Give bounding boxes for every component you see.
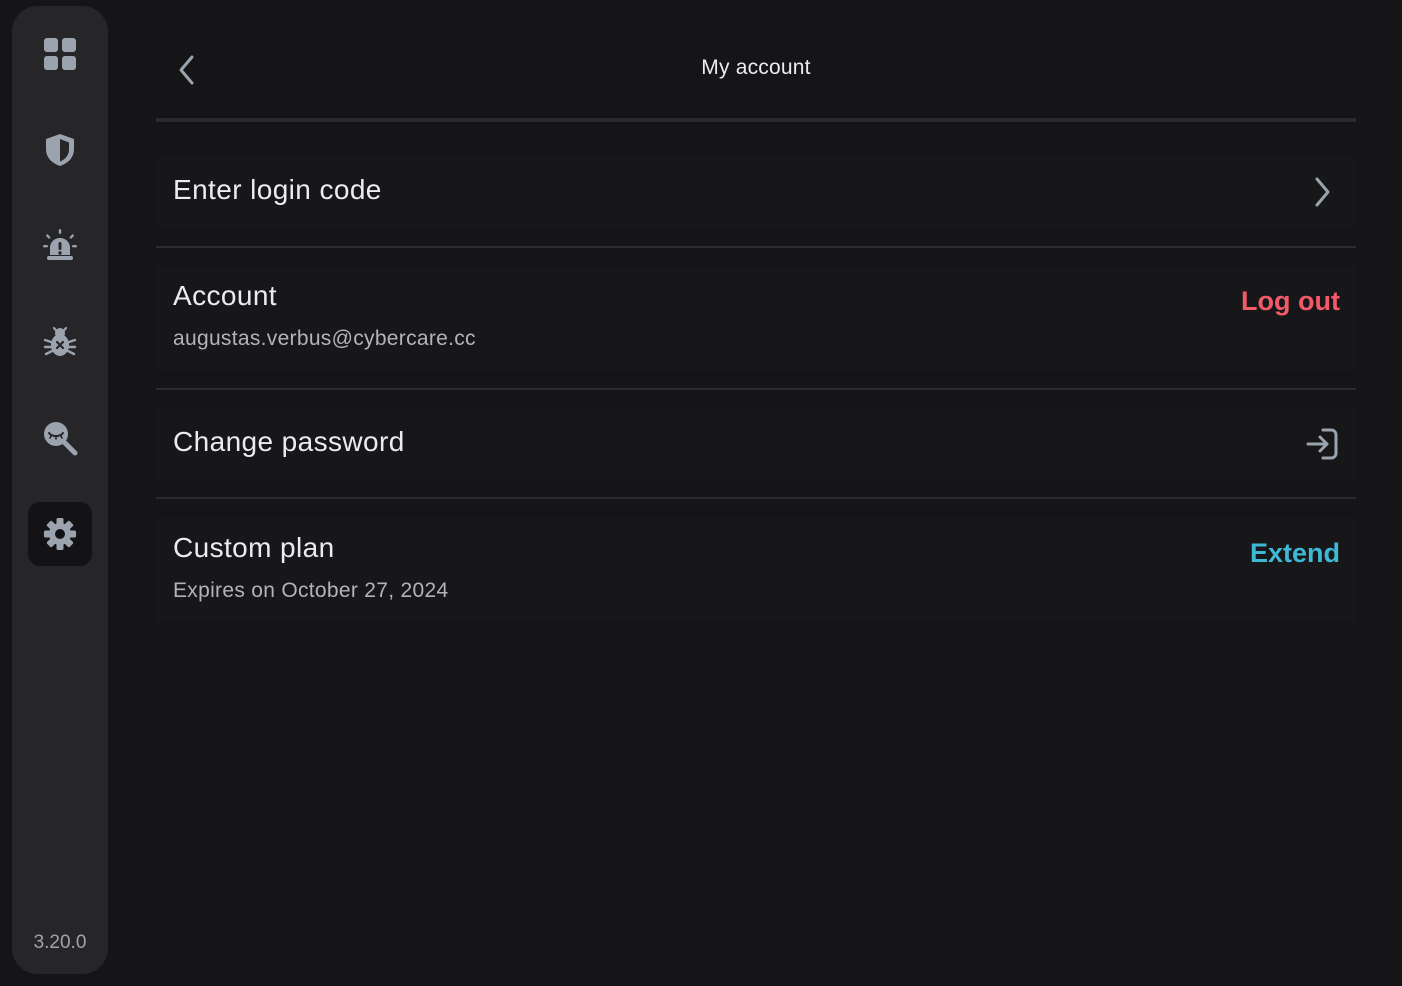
account-email: augustas.verbus@cybercare.cc — [173, 327, 476, 350]
page-header: My account — [156, 0, 1356, 118]
shield-icon — [46, 134, 74, 166]
sidebar-item-dashboard[interactable] — [28, 22, 92, 86]
logout-button[interactable]: Log out — [1241, 286, 1340, 317]
change-password-row[interactable]: Change password — [156, 408, 1356, 480]
enter-arrow-icon — [1304, 426, 1340, 462]
gear-icon — [44, 518, 76, 550]
page-title: My account — [701, 56, 811, 79]
siren-icon — [43, 229, 77, 260]
row-divider — [156, 388, 1356, 390]
sidebar: 3.20.0 — [12, 6, 108, 974]
login-code-row[interactable]: Enter login code — [156, 156, 1356, 228]
search-eye-icon — [44, 422, 78, 456]
header-divider — [156, 118, 1356, 122]
app-version: 3.20.0 — [33, 932, 87, 953]
bug-icon — [43, 326, 77, 356]
main-content: My account Enter login code Account augu… — [156, 0, 1356, 986]
sidebar-item-threats[interactable] — [28, 310, 92, 374]
grid-icon — [44, 38, 76, 70]
row-divider — [156, 497, 1356, 499]
chevron-right-icon — [1304, 174, 1340, 210]
account-row: Account augustas.verbus@cybercare.cc Log… — [156, 266, 1356, 370]
change-password-title: Change password — [173, 426, 405, 457]
plan-expiry: Expires on October 27, 2024 — [173, 579, 449, 602]
sidebar-item-protection[interactable] — [28, 118, 92, 182]
sidebar-item-alerts[interactable] — [28, 214, 92, 278]
sidebar-item-privacy[interactable] — [28, 406, 92, 470]
row-divider — [156, 246, 1356, 248]
back-button[interactable] — [170, 52, 204, 88]
sidebar-item-settings[interactable] — [28, 502, 92, 566]
plan-title: Custom plan — [173, 532, 335, 563]
plan-row: Custom plan Expires on October 27, 2024 … — [156, 518, 1356, 622]
extend-button[interactable]: Extend — [1250, 538, 1340, 569]
login-code-title: Enter login code — [173, 174, 382, 205]
account-title: Account — [173, 280, 277, 311]
chevron-left-icon — [179, 55, 194, 85]
